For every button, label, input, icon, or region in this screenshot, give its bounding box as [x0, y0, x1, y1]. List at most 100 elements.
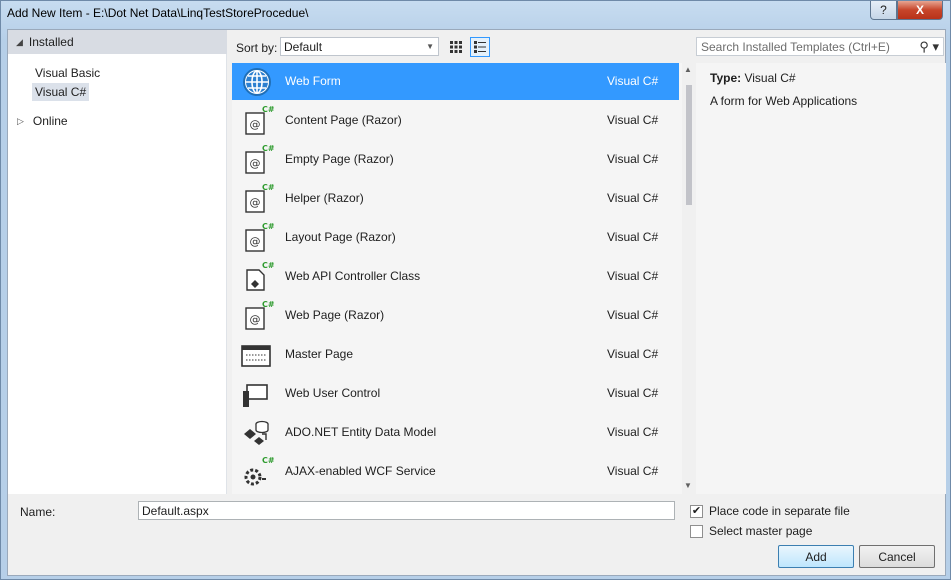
template-name: Empty Page (Razor): [285, 152, 394, 166]
name-label: Name:: [20, 505, 56, 519]
template-row-content-page-razor[interactable]: @ C# Content Page (Razor) Visual C#: [232, 102, 679, 139]
template-name: ADO.NET Entity Data Model: [285, 425, 437, 439]
type-value: Visual C#: [744, 71, 796, 85]
scrollbar-thumb[interactable]: [686, 85, 692, 205]
template-name: Helper (Razor): [285, 191, 364, 205]
search-icon[interactable]: ⚲ ▾: [919, 39, 939, 55]
cancel-button[interactable]: Cancel: [859, 545, 935, 568]
place-code-checkbox-row[interactable]: ✔ Place code in separate file: [690, 504, 850, 518]
svg-text:@: @: [250, 118, 261, 131]
template-row-helper-razor[interactable]: @ C# Helper (Razor) Visual C#: [232, 180, 679, 217]
tree-node-online-label: Online: [32, 114, 68, 128]
list-view-icon: [474, 41, 486, 53]
template-row-layout-page-razor[interactable]: @ C# Layout Page (Razor) Visual C#: [232, 219, 679, 256]
help-button[interactable]: ?: [870, 1, 897, 20]
template-row-web-form[interactable]: Web Form Visual C#: [232, 63, 679, 100]
template-language: Visual C#: [607, 230, 659, 244]
master-page-icon: [240, 338, 274, 372]
template-row-empty-page-razor[interactable]: @ C# Empty Page (Razor) Visual C#: [232, 141, 679, 178]
template-name: Web Page (Razor): [285, 308, 385, 322]
type-label: Type:: [710, 71, 742, 85]
add-button[interactable]: Add: [778, 545, 854, 568]
globe-icon: [240, 65, 274, 99]
template-name: Content Page (Razor): [285, 113, 402, 127]
sort-by-value: Default: [284, 39, 323, 54]
template-details-pane: Type: Visual C# A form for Web Applicati…: [696, 63, 946, 494]
dropdown-arrow-icon: ▼: [426, 42, 434, 51]
svg-text:C#: C#: [262, 144, 274, 153]
template-language: Visual C#: [607, 269, 659, 283]
template-row-ajax-wcf-service[interactable]: C# AJAX-enabled WCF Service Visual C#: [232, 453, 679, 490]
template-name: Layout Page (Razor): [285, 230, 396, 244]
place-code-label: Place code in separate file: [709, 504, 850, 518]
name-input[interactable]: Default.aspx: [138, 501, 675, 520]
master-page-checkbox[interactable]: [690, 524, 703, 538]
template-language: Visual C#: [607, 152, 659, 166]
svg-text:@: @: [250, 313, 261, 326]
template-name: Master Page: [285, 347, 354, 361]
template-language: Visual C#: [607, 386, 659, 400]
template-row-master-page[interactable]: Master Page Visual C#: [232, 336, 679, 373]
template-name: Web API Controller Class: [285, 269, 421, 283]
medium-icons-view-button[interactable]: [470, 37, 490, 57]
user-control-icon: [240, 377, 274, 411]
template-row-web-user-control[interactable]: Web User Control Visual C#: [232, 375, 679, 412]
expand-triangle-icon[interactable]: ▷: [17, 116, 24, 127]
template-type: Type: Visual C#: [710, 71, 796, 85]
tree-node-online[interactable]: ▷ Online: [14, 112, 71, 130]
razor-page-icon: @ C#: [240, 299, 275, 333]
dialog-title: Add New Item - E:\Dot Net Data\LinqTestS…: [7, 6, 309, 20]
svg-text:C#: C#: [262, 222, 274, 231]
name-input-value: Default.aspx: [142, 503, 209, 518]
small-icons-view-button[interactable]: [446, 37, 466, 57]
tree-node-installed[interactable]: ◢ Installed: [8, 30, 227, 54]
scroll-down-arrow-icon[interactable]: ▼: [684, 481, 692, 490]
template-row-ado-entity-model[interactable]: ADO.NET Entity Data Model Visual C#: [232, 414, 679, 451]
template-list: Web Form Visual C# @ C# Content Page (Ra…: [232, 63, 682, 494]
template-row-web-page-razor[interactable]: @ C# Web Page (Razor) Visual C#: [232, 297, 679, 334]
template-list-scrollbar[interactable]: ▲ ▼: [683, 63, 694, 494]
template-language: Visual C#: [607, 464, 659, 478]
master-page-checkbox-row[interactable]: Select master page: [690, 524, 812, 538]
scroll-up-arrow-icon[interactable]: ▲: [684, 65, 692, 74]
template-language: Visual C#: [607, 308, 659, 322]
place-code-checkbox[interactable]: ✔: [690, 504, 703, 518]
sort-by-label: Sort by:: [236, 41, 278, 55]
search-templates-input[interactable]: Search Installed Templates (Ctrl+E) ⚲ ▾: [696, 37, 944, 56]
svg-text:C#: C#: [262, 183, 274, 192]
svg-text:C#: C#: [262, 300, 274, 309]
sort-by-dropdown[interactable]: Default ▼: [280, 37, 439, 56]
grid-view-icon: [450, 41, 462, 53]
razor-page-icon: @ C#: [240, 143, 275, 177]
help-icon: ?: [880, 3, 887, 17]
close-icon: X: [915, 3, 924, 17]
razor-page-icon: @ C#: [240, 104, 275, 138]
template-language: Visual C#: [607, 74, 659, 88]
template-category-tree: ◢ Installed Visual Basic Visual C# ▷ Onl…: [8, 30, 227, 494]
wcf-service-icon: C#: [240, 455, 275, 489]
add-new-item-dialog: Add New Item - E:\Dot Net Data\LinqTestS…: [0, 0, 951, 580]
cancel-button-label: Cancel: [878, 549, 916, 564]
close-button[interactable]: X: [897, 1, 943, 20]
razor-page-icon: @ C#: [240, 221, 275, 255]
template-language: Visual C#: [607, 113, 659, 127]
controller-icon: C#: [240, 260, 275, 294]
template-language: Visual C#: [607, 347, 659, 361]
template-language: Visual C#: [607, 425, 659, 439]
svg-text:@: @: [250, 196, 261, 209]
svg-text:C#: C#: [262, 261, 274, 270]
add-button-label: Add: [805, 549, 827, 564]
razor-page-icon: @ C#: [240, 182, 275, 216]
template-row-web-api-controller[interactable]: C# Web API Controller Class Visual C#: [232, 258, 679, 295]
svg-text:@: @: [250, 157, 261, 170]
tree-item-visual-basic[interactable]: Visual Basic: [32, 64, 103, 82]
master-page-label: Select master page: [709, 524, 813, 538]
template-name: Web User Control: [285, 386, 381, 400]
svg-text:@: @: [250, 235, 261, 248]
template-name: AJAX-enabled WCF Service: [285, 464, 436, 478]
svg-text:C#: C#: [262, 456, 274, 465]
tree-node-installed-label: Installed: [28, 35, 74, 49]
tree-item-visual-csharp[interactable]: Visual C#: [32, 83, 90, 101]
collapse-triangle-icon[interactable]: ◢: [16, 37, 23, 48]
entity-model-icon: [240, 416, 274, 450]
